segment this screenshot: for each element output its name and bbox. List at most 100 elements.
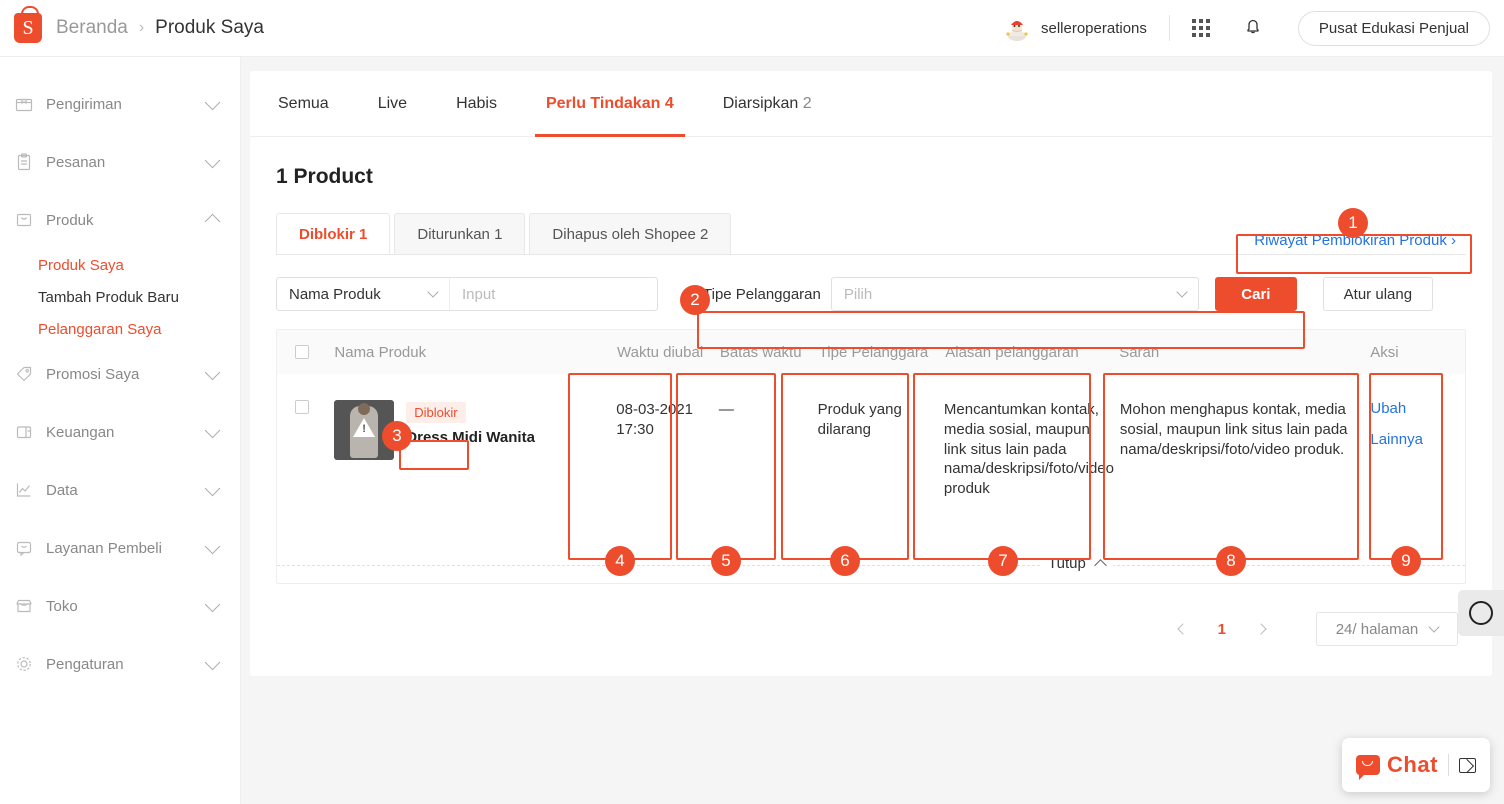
user-menu[interactable]: selleroperations bbox=[1002, 14, 1147, 42]
select-all-cell bbox=[277, 345, 326, 359]
content-inner: 1 Product Diblokir 1 Diturunkan 1 Dihapu… bbox=[250, 137, 1492, 676]
sidebar: Pengiriman Pesanan Produk Produk Saya Ta… bbox=[0, 57, 241, 804]
edu-center-button[interactable]: Pusat Edukasi Penjual bbox=[1297, 10, 1490, 46]
per-page-select[interactable]: 24/ halaman bbox=[1316, 612, 1458, 646]
sidebar-item-produk[interactable]: Produk bbox=[0, 191, 240, 249]
tab-semua[interactable]: Semua bbox=[272, 71, 335, 137]
cell-alasan-pelanggaran: Mencantumkan kontak, media sosial, maupu… bbox=[943, 401, 1114, 498]
product-name[interactable]: Dress Midi Wanita bbox=[406, 429, 535, 446]
subtab-dihapus-oleh-shopee[interactable]: Dihapus oleh Shopee 2 bbox=[529, 213, 732, 255]
santa-avatar-icon bbox=[1002, 14, 1031, 42]
col-saran: Saran bbox=[1119, 343, 1160, 361]
sidebar-subitem-produk-saya[interactable]: Produk Saya bbox=[0, 249, 240, 281]
content-card: Semua Live Habis Perlu Tindakan 4 Diarsi… bbox=[250, 71, 1492, 676]
col-alasan-pelanggaran: Alasan pelanggaran bbox=[945, 343, 1079, 361]
chat-widget[interactable]: Chat bbox=[1342, 738, 1490, 792]
pagination: 1 24/ halaman bbox=[276, 584, 1466, 676]
tag-icon bbox=[14, 364, 34, 384]
chevron-down-icon bbox=[204, 538, 221, 554]
search-input-placeholder: Input bbox=[462, 285, 496, 303]
chevron-left-icon[interactable] bbox=[1168, 615, 1196, 643]
product-search-group: Nama Produk Input bbox=[276, 277, 658, 311]
tab-habis[interactable]: Habis bbox=[450, 71, 503, 137]
collapse-toggle[interactable]: Tutup bbox=[1040, 555, 1113, 572]
sidebar-item-data[interactable]: Data bbox=[0, 461, 240, 519]
sidebar-item-promosi-saya[interactable]: Promosi Saya bbox=[0, 345, 240, 403]
product-block-history-link[interactable]: Riwayat Pemblokiran Produk › bbox=[1244, 226, 1466, 255]
sidebar-item-pesanan[interactable]: Pesanan bbox=[0, 133, 240, 191]
subtab-count: 2 bbox=[700, 226, 709, 243]
page-number-1[interactable]: 1 bbox=[1218, 621, 1226, 638]
tab-count: 4 bbox=[664, 94, 674, 112]
violation-subtabs: Diblokir 1 Diturunkan 1 Dihapus oleh Sho… bbox=[276, 213, 735, 255]
sidebar-item-label: Promosi Saya bbox=[46, 365, 140, 383]
subtab-count: 1 bbox=[494, 226, 503, 243]
gear-icon bbox=[14, 654, 34, 674]
header-divider bbox=[1168, 15, 1170, 41]
tab-label: Diarsipkan bbox=[722, 94, 799, 112]
chevron-down-icon bbox=[204, 152, 221, 168]
top-header-bar: S Beranda › Produk Saya selleroperations… bbox=[0, 0, 1504, 57]
warning-triangle-icon bbox=[353, 418, 376, 437]
search-button[interactable]: Cari bbox=[1214, 277, 1297, 311]
chevron-down-icon bbox=[1428, 621, 1440, 633]
tab-label: Live bbox=[377, 94, 408, 112]
tab-label: Perlu Tindakan bbox=[545, 94, 661, 112]
subtab-label: Diturunkan bbox=[417, 226, 490, 243]
sidebar-item-pengaturan[interactable]: Pengaturan bbox=[0, 635, 240, 693]
breadcrumb-home[interactable]: Beranda bbox=[56, 17, 128, 39]
sidebar-item-label: Data bbox=[46, 481, 78, 499]
notification-bell-icon[interactable] bbox=[1242, 15, 1264, 42]
product-info: Diblokir Dress Midi Wanita bbox=[406, 400, 535, 460]
violation-type-label: Tipe Pelanggaran bbox=[703, 285, 821, 303]
cell-batas-waktu: — bbox=[718, 401, 734, 418]
sidebar-item-label: Pesanan bbox=[46, 153, 106, 171]
action-ubah-link[interactable]: Ubah bbox=[1370, 400, 1465, 417]
page-title: 1 Product bbox=[276, 165, 373, 188]
tab-diarsipkan[interactable]: Diarsipkan 2 bbox=[717, 71, 818, 137]
violation-subtabs-row: Diblokir 1 Diturunkan 1 Dihapus oleh Sho… bbox=[276, 213, 1466, 255]
row-checkbox[interactable] bbox=[294, 400, 309, 414]
violations-table: Nama Produk Waktu diubal Batas waktu Tip… bbox=[276, 329, 1466, 584]
tab-label: Semua bbox=[278, 94, 329, 112]
product-warning-thumbnail bbox=[334, 400, 395, 460]
violation-type-select[interactable]: Pilih bbox=[830, 277, 1199, 311]
subtab-diturunkan[interactable]: Diturunkan 1 bbox=[394, 213, 526, 255]
search-field-select[interactable]: Nama Produk bbox=[277, 278, 450, 310]
col-tipe-pelanggaran: Tipe Pelanggara bbox=[818, 343, 929, 361]
grid-apps-icon[interactable] bbox=[1191, 19, 1210, 37]
select-all-checkbox[interactable] bbox=[294, 345, 309, 359]
breadcrumb-current: Produk Saya bbox=[155, 17, 264, 38]
shipping-box-icon bbox=[14, 94, 34, 114]
history-link-label: Riwayat Pemblokiran Produk bbox=[1254, 232, 1447, 249]
circle-loader-icon[interactable] bbox=[1458, 590, 1504, 636]
chevron-down-icon bbox=[427, 286, 439, 298]
user-name: selleroperations bbox=[1040, 19, 1147, 37]
search-input-wrap[interactable]: Input bbox=[450, 278, 657, 310]
shopee-bag-icon[interactable]: S bbox=[14, 6, 42, 43]
tab-live[interactable]: Live bbox=[372, 71, 413, 137]
chevron-right-icon[interactable] bbox=[1248, 615, 1276, 643]
chat-bubble-icon bbox=[1356, 755, 1381, 780]
sidebar-item-pengiriman[interactable]: Pengiriman bbox=[0, 75, 240, 133]
chevron-down-icon bbox=[204, 596, 221, 612]
action-lainnya-link[interactable]: Lainnya bbox=[1370, 431, 1465, 448]
sidebar-subitem-tambah-produk-baru[interactable]: Tambah Produk Baru bbox=[0, 281, 240, 313]
sidebar-subitem-pelanggaran-saya[interactable]: Pelanggaran Saya bbox=[0, 313, 240, 345]
collapse-divider bbox=[277, 565, 1465, 566]
reset-button[interactable]: Atur ulang bbox=[1322, 277, 1433, 311]
row-select-cell bbox=[277, 400, 326, 559]
chevron-down-icon bbox=[204, 364, 221, 380]
header-actions: selleroperations Pusat Edukasi Penjual bbox=[1002, 10, 1504, 46]
expand-window-icon[interactable] bbox=[1458, 757, 1476, 773]
chevron-down-icon bbox=[204, 654, 221, 670]
tab-label: Habis bbox=[456, 94, 497, 112]
sidebar-item-layanan-pembeli[interactable]: Layanan Pembeli bbox=[0, 519, 240, 577]
tab-perlu-tindakan[interactable]: Perlu Tindakan 4 bbox=[534, 71, 685, 137]
sidebar-item-keuangan[interactable]: Keuangan bbox=[0, 403, 240, 461]
col-aksi: Aksi bbox=[1370, 343, 1399, 361]
sidebar-item-toko[interactable]: Toko bbox=[0, 577, 240, 635]
col-batas-waktu: Batas waktu bbox=[719, 343, 802, 361]
subtab-diblokir[interactable]: Diblokir 1 bbox=[276, 213, 391, 255]
sidebar-item-label: Pengiriman bbox=[46, 95, 122, 113]
